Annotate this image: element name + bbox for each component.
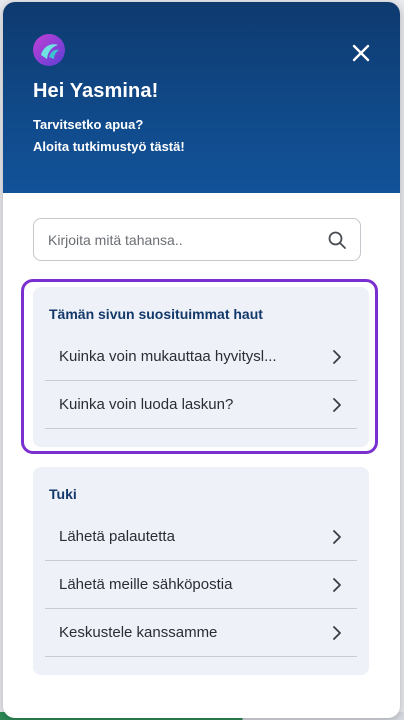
support-item-label: Lähetä meille sähköpostia (59, 576, 233, 593)
support-item-chat[interactable]: Keskustele kanssamme (45, 609, 357, 657)
support-item-label: Keskustele kanssamme (59, 624, 218, 641)
help-subprompt: Aloita tutkimustyö tästä! (33, 139, 185, 154)
brand-logo-icon (33, 34, 65, 66)
chevron-right-icon (333, 529, 341, 544)
close-icon[interactable] (350, 42, 372, 64)
search-input[interactable] (48, 231, 308, 248)
support-item-feedback[interactable]: Lähetä palautetta (45, 513, 357, 561)
chevron-right-icon (333, 625, 341, 640)
widget-header: Hei Yasmina! Tarvitsetko apua? Aloita tu… (3, 2, 400, 193)
search-icon[interactable] (327, 230, 347, 250)
support-item-label: Lähetä palautetta (59, 528, 175, 545)
help-widget: Hei Yasmina! Tarvitsetko apua? Aloita tu… (3, 2, 400, 718)
greeting-title: Hei Yasmina! (33, 80, 159, 102)
support-item-email[interactable]: Lähetä meille sähköpostia (45, 561, 357, 609)
support-card: Tuki Lähetä palautetta Lähetä meille säh… (33, 467, 369, 675)
highlight-outline (21, 279, 378, 454)
support-title: Tuki (49, 486, 77, 502)
chevron-right-icon (333, 577, 341, 592)
search-box[interactable] (33, 218, 361, 261)
help-prompt: Tarvitsetko apua? (33, 117, 144, 132)
